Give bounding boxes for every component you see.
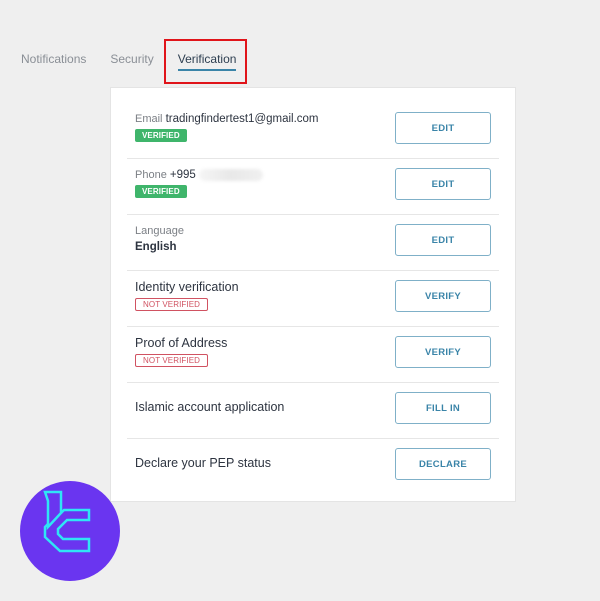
islamic-account-row: Islamic account application FILL IN <box>127 382 499 439</box>
language-row: Language English EDIT <box>127 214 499 271</box>
islamic-account-label: Islamic account application <box>135 400 285 414</box>
highlight-annotation-box <box>164 39 247 84</box>
pep-status-label: Declare your PEP status <box>135 456 271 470</box>
email-row: Email tradingfindertest1@gmail.com VERIF… <box>127 102 499 159</box>
identity-status-badge: NOT VERIFIED <box>135 298 209 311</box>
pep-status-row: Declare your PEP status DECLARE <box>127 438 499 494</box>
declare-pep-button[interactable]: DECLARE <box>395 448 491 480</box>
verify-address-button[interactable]: VERIFY <box>395 336 491 368</box>
tab-security[interactable]: Security <box>110 52 153 66</box>
language-value: English <box>135 241 177 253</box>
phone-row: Phone +995 VERIFIED EDIT <box>127 158 499 215</box>
email-value: tradingfindertest1@gmail.com <box>165 113 319 125</box>
phone-status-badge: VERIFIED <box>135 185 187 199</box>
logo-icon <box>43 490 91 553</box>
language-label: Language <box>135 225 184 237</box>
address-status-badge: NOT VERIFIED <box>135 354 209 367</box>
edit-phone-button[interactable]: EDIT <box>395 168 491 200</box>
edit-email-button[interactable]: EDIT <box>395 112 491 144</box>
phone-value: +995 <box>169 169 196 181</box>
proof-of-address-row: Proof of Address NOT VERIFIED VERIFY <box>127 326 499 383</box>
tab-notifications[interactable]: Notifications <box>21 52 86 66</box>
verify-identity-button[interactable]: VERIFY <box>395 280 491 312</box>
verification-card: Email tradingfindertest1@gmail.com VERIF… <box>110 87 516 502</box>
identity-verification-label: Identity verification <box>135 280 239 294</box>
phone-label: Phone <box>135 169 167 181</box>
email-label: Email <box>135 113 163 125</box>
proof-of-address-label: Proof of Address <box>135 336 228 350</box>
identity-verification-row: Identity verification NOT VERIFIED VERIF… <box>127 270 499 327</box>
fill-in-islamic-account-button[interactable]: FILL IN <box>395 392 491 424</box>
redacted-phone-number <box>198 169 263 182</box>
edit-language-button[interactable]: EDIT <box>395 224 491 256</box>
email-status-badge: VERIFIED <box>135 129 187 142</box>
tradingfinder-logo <box>20 481 120 581</box>
